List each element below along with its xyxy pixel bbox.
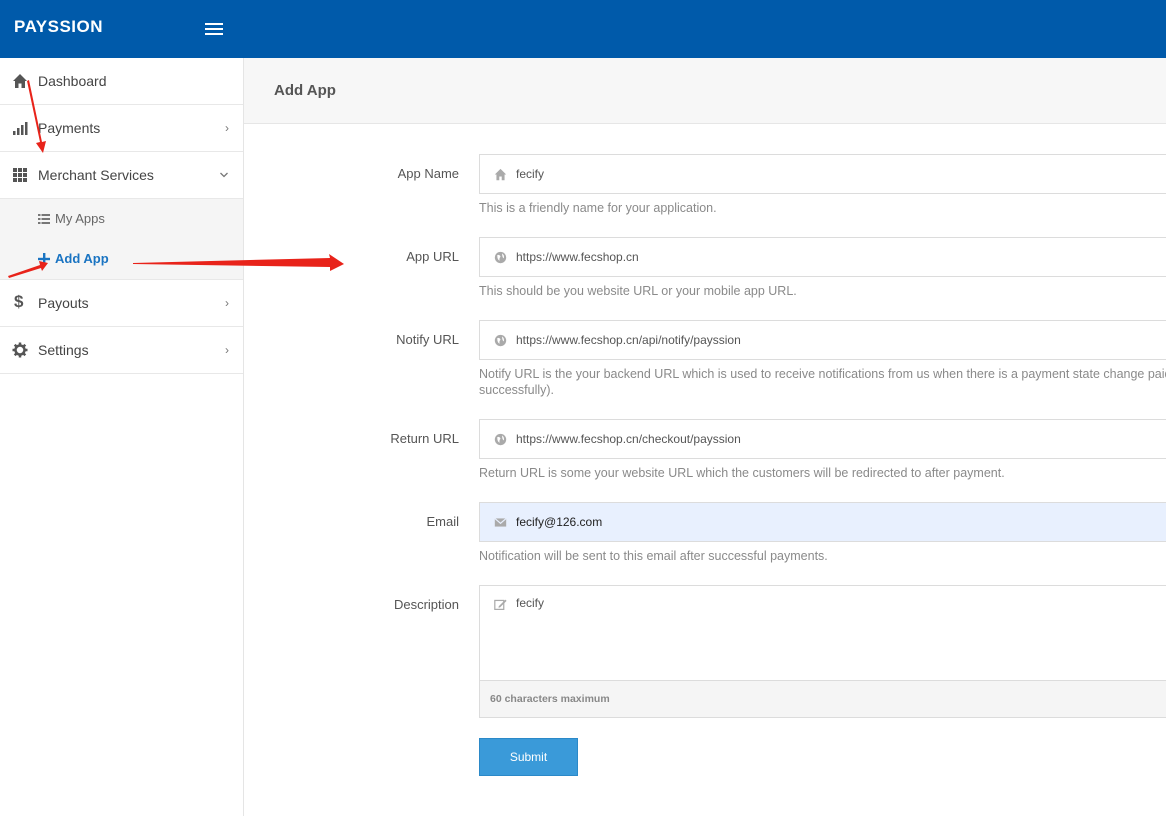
app-name-field[interactable] — [479, 154, 1166, 194]
description-footer: 60 characters maximum — [480, 680, 1166, 717]
app-name-help: This is a friendly name for your applica… — [479, 201, 717, 215]
sidebar: Dashboard Payments › Merchant Services M… — [0, 58, 244, 816]
app-url-field[interactable] — [479, 237, 1166, 277]
page-title: Add App — [274, 82, 336, 99]
description-field[interactable]: fecify 60 characters maximum — [479, 585, 1166, 718]
sidebar-subitem-label: My Apps — [55, 211, 105, 226]
app-name-label: App Name — [397, 166, 459, 181]
email-input[interactable] — [516, 503, 1156, 541]
globe-icon — [494, 251, 507, 264]
app-name-input[interactable] — [516, 155, 1156, 193]
sidebar-item-settings[interactable]: Settings › — [0, 327, 243, 374]
envelope-icon — [494, 517, 507, 527]
home-icon — [494, 168, 507, 181]
dollar-icon: $ — [14, 292, 24, 311]
submit-button[interactable]: Submit — [479, 738, 578, 776]
sidebar-item-label: Payouts — [38, 295, 89, 311]
notify-url-help: Notify URL is the your backend URL which… — [479, 367, 1166, 397]
chevron-right-icon: › — [225, 121, 229, 135]
app-url-label: App URL — [406, 249, 459, 264]
home-icon — [13, 74, 27, 88]
description-char-limit: 60 characters maximum — [490, 693, 610, 705]
app-url-input[interactable] — [516, 238, 1156, 276]
chevron-down-icon — [220, 172, 228, 178]
sidebar-item-merchant-services[interactable]: Merchant Services — [0, 152, 243, 199]
return-url-input[interactable] — [516, 420, 1156, 458]
email-field[interactable] — [479, 502, 1166, 542]
sidebar-item-label: Settings — [38, 342, 89, 358]
chevron-right-icon: › — [225, 343, 229, 357]
description-label: Description — [393, 597, 459, 612]
merchant-services-submenu: My Apps Add App — [0, 199, 243, 280]
plus-icon — [38, 253, 50, 265]
notify-url-input[interactable] — [516, 321, 1156, 359]
grid-icon — [13, 168, 27, 182]
return-url-help: Return URL is some your website URL whic… — [479, 466, 1005, 480]
sidebar-item-payouts[interactable]: $ Payouts › — [0, 280, 243, 327]
description-textarea[interactable]: fecify — [516, 596, 1156, 676]
globe-icon — [494, 433, 507, 446]
sidebar-item-payments[interactable]: Payments › — [0, 105, 243, 152]
sidebar-item-label: Merchant Services — [38, 167, 154, 183]
sidebar-subitem-my-apps[interactable]: My Apps — [0, 199, 243, 239]
bar-chart-icon — [13, 122, 28, 135]
globe-icon — [494, 334, 507, 347]
list-icon — [38, 214, 50, 224]
sidebar-subitem-add-app[interactable]: Add App — [0, 239, 243, 279]
notify-url-label: Notify URL — [396, 332, 459, 347]
sidebar-subitem-label: Add App — [55, 251, 109, 266]
return-url-label: Return URL — [390, 431, 459, 446]
chevron-right-icon: › — [225, 296, 229, 310]
return-url-field[interactable] — [479, 419, 1166, 459]
main-content: Add App App Name This is a friendly name… — [244, 58, 1166, 816]
gear-icon — [12, 342, 28, 358]
email-label: Email — [426, 514, 459, 529]
brand-logo: PAYSSION — [14, 17, 104, 36]
app-url-help: This should be you website URL or your m… — [479, 284, 797, 298]
menu-toggle-icon[interactable] — [205, 20, 223, 36]
page-header: Add App — [244, 58, 1166, 124]
email-help: Notification will be sent to this email … — [479, 549, 828, 563]
sidebar-item-label: Payments — [38, 120, 101, 136]
notify-url-field[interactable] — [479, 320, 1166, 360]
top-bar: PAYSSION — [0, 0, 1166, 58]
sidebar-item-label: Dashboard — [38, 73, 107, 89]
sidebar-item-dashboard[interactable]: Dashboard — [0, 58, 243, 105]
edit-icon — [494, 599, 507, 610]
